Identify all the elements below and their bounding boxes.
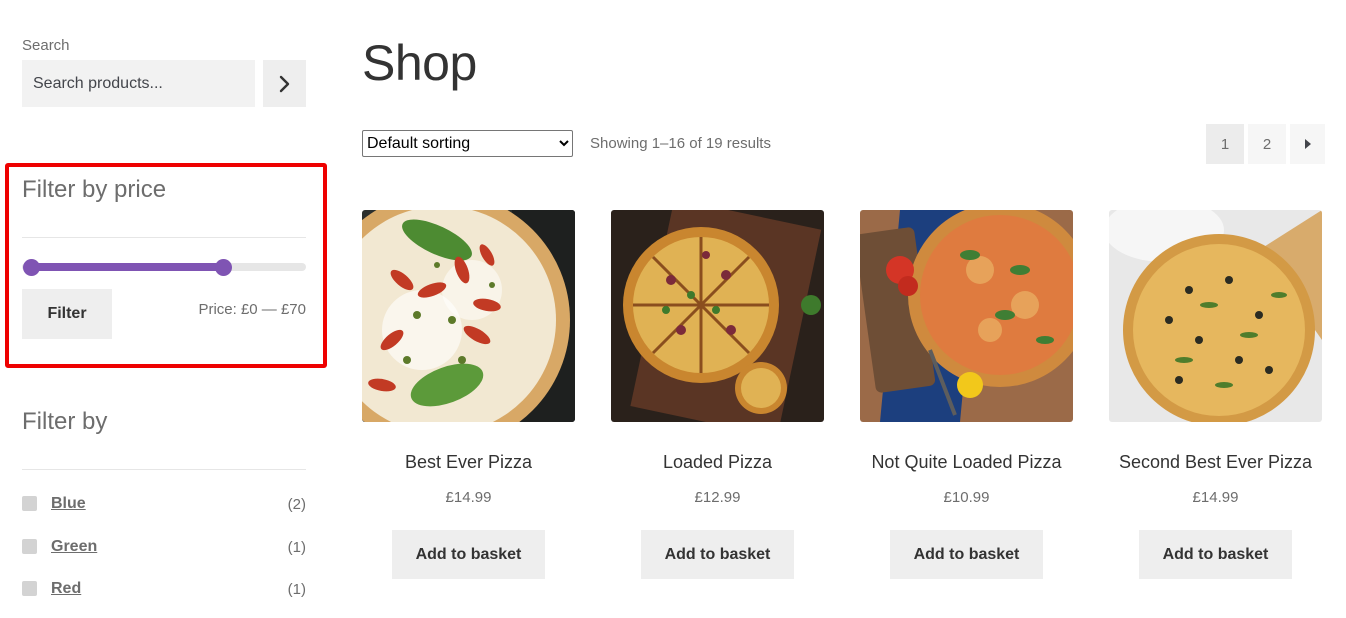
product-card: Not Quite Loaded Pizza £10.99 Add to bas… xyxy=(860,210,1073,579)
add-to-basket-button[interactable]: Add to basket xyxy=(641,530,794,579)
search-input[interactable] xyxy=(22,60,255,107)
product-image[interactable] xyxy=(611,210,824,422)
product-price: £14.99 xyxy=(445,489,492,506)
filter-link-blue[interactable]: Blue xyxy=(51,495,86,513)
product-grid: Best Ever Pizza £14.99 Add to basket Loa… xyxy=(362,210,1325,610)
product-title[interactable]: Best Ever Pizza xyxy=(362,452,575,476)
next-page-button[interactable] xyxy=(1290,124,1325,164)
add-to-basket-button[interactable]: Add to basket xyxy=(1139,530,1292,579)
list-item: Green (1) xyxy=(22,533,306,576)
list-item: Red (1) xyxy=(22,575,306,618)
product-price: £10.99 xyxy=(943,489,990,506)
product-image[interactable] xyxy=(860,210,1073,422)
shop-page: Search Filter by price Filter Price: £0 … xyxy=(0,0,1346,618)
caret-right-icon xyxy=(1304,139,1311,149)
pagination: 1 2 xyxy=(1206,124,1325,164)
highlight-annotation xyxy=(5,163,327,368)
product-price: £12.99 xyxy=(694,489,741,506)
product-card: Loaded Pizza £12.99 Add to basket xyxy=(611,210,824,579)
filter-count: (1) xyxy=(287,538,306,556)
checkbox[interactable] xyxy=(22,581,37,596)
list-item: Blue (2) xyxy=(22,490,306,533)
checkbox[interactable] xyxy=(22,496,37,511)
page-1-link[interactable]: 1 xyxy=(1206,124,1244,164)
product-card: Second Best Ever Pizza £14.99 Add to bas… xyxy=(1109,210,1322,579)
add-to-basket-button[interactable]: Add to basket xyxy=(392,530,545,579)
result-count: Showing 1–16 of 19 results xyxy=(590,135,771,152)
attribute-filter-title: Filter by xyxy=(22,408,108,435)
product-image[interactable] xyxy=(1109,210,1322,422)
product-price: £14.99 xyxy=(1192,489,1239,506)
product-title[interactable]: Second Best Ever Pizza xyxy=(1109,452,1322,476)
product-title[interactable]: Not Quite Loaded Pizza xyxy=(860,452,1073,476)
search-submit-button[interactable] xyxy=(263,60,306,107)
page-2-link[interactable]: 2 xyxy=(1248,124,1286,164)
add-to-basket-button[interactable]: Add to basket xyxy=(890,530,1043,579)
chevron-right-icon xyxy=(279,75,289,92)
filter-count: (2) xyxy=(287,496,306,513)
product-image[interactable] xyxy=(362,210,575,422)
filter-link-green[interactable]: Green xyxy=(51,538,97,556)
checkbox[interactable] xyxy=(22,538,37,554)
page-title: Shop xyxy=(362,35,477,91)
search-label: Search xyxy=(22,37,70,54)
sorting-select[interactable]: Default sorting xyxy=(362,130,573,157)
filter-count: (1) xyxy=(287,581,306,598)
attribute-filter-list: Blue (2) Green (1) Red (1) xyxy=(22,490,306,618)
product-title[interactable]: Loaded Pizza xyxy=(611,452,824,476)
attribute-filter-divider xyxy=(22,469,306,470)
filter-link-red[interactable]: Red xyxy=(51,580,81,598)
product-card: Best Ever Pizza £14.99 Add to basket xyxy=(362,210,575,579)
